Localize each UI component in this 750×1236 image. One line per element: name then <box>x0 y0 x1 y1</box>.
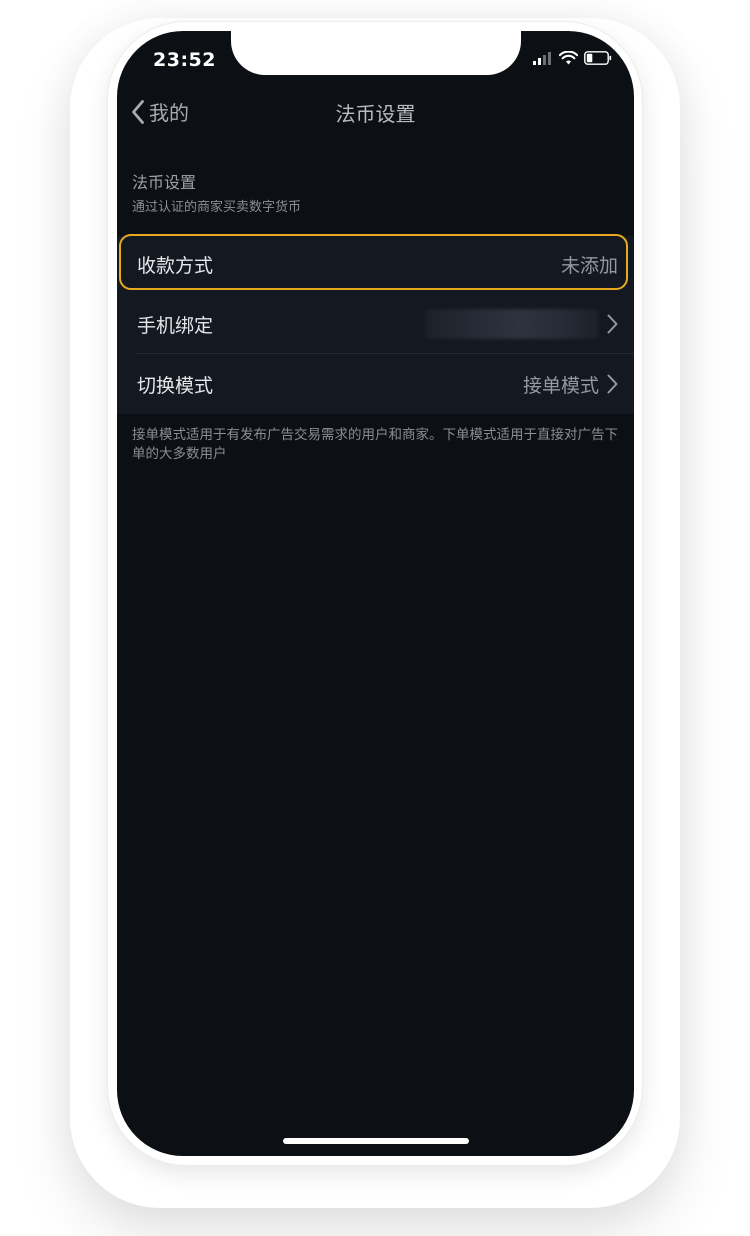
switch-mode-row[interactable]: 切换模式 接单模式 <box>117 354 634 414</box>
device-stage: 23:52 我的 法币设置 法币设置 通过认证的商家买卖数字货币 收款方式 未添… <box>0 0 750 1236</box>
signal-icon <box>533 51 551 65</box>
section-subtitle: 通过认证的商家买卖数字货币 <box>132 200 302 215</box>
battery-icon <box>584 51 612 65</box>
status-icons <box>533 51 612 65</box>
phone-binding-label: 手机绑定 <box>137 314 214 337</box>
chevron-right-icon <box>607 374 618 394</box>
navigation-bar: 我的 法币设置 <box>117 89 634 135</box>
highlight-outline <box>119 234 628 290</box>
switch-mode-label: 切换模式 <box>137 374 214 397</box>
phone-binding-value-wrap <box>425 309 618 339</box>
switch-mode-value-wrap: 接单模式 <box>523 371 618 398</box>
device-notch <box>231 31 521 75</box>
wifi-icon <box>559 51 578 65</box>
home-indicator[interactable] <box>283 1138 469 1144</box>
page-title: 法币设置 <box>335 102 416 126</box>
section-header: 法币设置 通过认证的商家买卖数字货币 <box>132 172 301 217</box>
switch-mode-value: 接单模式 <box>522 374 599 397</box>
status-time: 23:52 <box>153 49 216 71</box>
mode-description: 接单模式适用于有发布广告交易需求的用户和商家。下单模式适用于直接对广告下单的大多… <box>132 427 618 462</box>
chevron-right-icon <box>607 314 618 334</box>
blurred-phone-number <box>425 309 599 339</box>
section-title: 法币设置 <box>132 173 197 192</box>
phone-binding-row[interactable]: 手机绑定 <box>117 294 634 354</box>
app-screen: 23:52 我的 法币设置 法币设置 通过认证的商家买卖数字货币 收款方式 未添… <box>117 31 634 1156</box>
